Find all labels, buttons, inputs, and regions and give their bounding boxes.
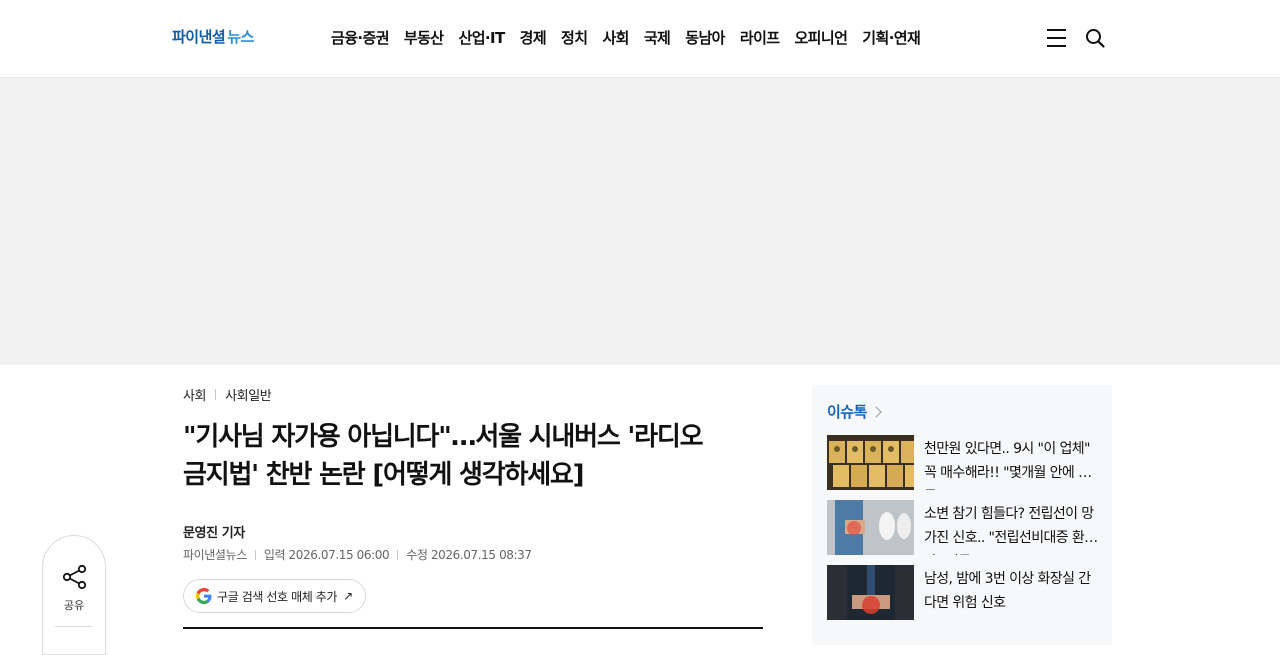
nav-item-life[interactable]: 라이프 xyxy=(740,27,780,48)
nav-item-feature[interactable]: 기획·연재 xyxy=(862,27,921,48)
meta-separator xyxy=(254,549,256,560)
nav-item-society[interactable]: 사회 xyxy=(602,27,629,48)
sidebar-title-text: 이슈톡 xyxy=(827,403,867,421)
main-nav: 금융·증권 부동산 산업·IT 경제 정치 사회 국제 동남아 라이프 오피니언… xyxy=(331,27,935,48)
hamburger-menu-icon[interactable] xyxy=(1047,29,1067,47)
article-divider xyxy=(183,627,763,629)
breadcrumb: 사회 사회일반 xyxy=(183,384,763,404)
nav-item-politics[interactable]: 정치 xyxy=(561,27,588,48)
sidebar-item-text: 소변 참기 힘들다? 전립선이 망가진 신호.. "전립선비대증 환자" 필독 xyxy=(924,506,1094,555)
logo-main-text: 파이낸셜 xyxy=(172,28,226,46)
google-button-label: 구글 검색 선호 매체 추가 xyxy=(217,589,338,604)
headline-line-1: "기사님 자가용 아닙니다"…서울 시내버스 '라디오 xyxy=(183,422,704,452)
nav-item-opinion[interactable]: 오피니언 xyxy=(794,27,847,48)
site-logo[interactable]: 파이낸셜 뉴스 xyxy=(172,27,254,47)
external-arrow-icon: ↗ xyxy=(343,589,353,603)
breadcrumb-category[interactable]: 사회 xyxy=(183,385,207,404)
share-divider xyxy=(55,626,93,627)
site-header: 파이낸셜 뉴스 금융·증권 부동산 산업·IT 경제 정치 사회 국제 동남아 … xyxy=(0,0,1280,78)
ad-banner-area xyxy=(0,78,1280,365)
sidebar-item[interactable]: 천만원 있다면.. 9시 "이 업체" 꼭 매수해라!! "몇개월 안에 폭등" xyxy=(827,435,1099,490)
search-icon[interactable] xyxy=(1085,28,1105,48)
sidebar-title[interactable]: 이슈톡 xyxy=(827,401,882,422)
chevron-right-icon xyxy=(870,405,882,418)
share-icon[interactable] xyxy=(62,564,88,590)
published-time: 입력 2026.07.15 06:00 xyxy=(263,548,390,562)
article-meta: 파이낸셜뉴스 입력 2026.07.15 06:00 수정 2026.07.15… xyxy=(183,546,763,563)
sidebar-item[interactable]: 남성, 밤에 3번 이상 화장실 간다면 위험 신호 xyxy=(827,565,1099,620)
man-thumbnail xyxy=(827,565,914,620)
source-name: 파이낸셜뉴스 xyxy=(183,548,247,562)
sidebar-item-text: 천만원 있다면.. 9시 "이 업체" 꼭 매수해라!! "몇개월 안에 폭등" xyxy=(924,441,1091,490)
urinal-thumbnail xyxy=(827,500,914,555)
logo-sub-text: 뉴스 xyxy=(227,28,254,46)
nav-item-economy[interactable]: 경제 xyxy=(520,27,547,48)
nav-item-realestate[interactable]: 부동산 xyxy=(404,27,444,48)
share-label: 공유 xyxy=(63,599,85,612)
gold-bars-thumbnail xyxy=(827,435,914,490)
nav-item-international[interactable]: 국제 xyxy=(644,27,671,48)
modified-time: 수정 2026.07.15 08:37 xyxy=(406,548,532,562)
breadcrumb-separator xyxy=(215,388,217,400)
nav-item-southeast-asia[interactable]: 동남아 xyxy=(685,27,725,48)
nav-item-finance[interactable]: 금융·증권 xyxy=(331,27,390,48)
sidebar-item[interactable]: 소변 참기 힘들다? 전립선이 망가진 신호.. "전립선비대증 환자" 필독 xyxy=(827,500,1099,555)
nav-item-industry-it[interactable]: 산업·IT xyxy=(459,27,506,48)
share-rail: 공유 xyxy=(42,535,106,655)
google-icon xyxy=(196,588,212,604)
article: 사회 사회일반 "기사님 자가용 아닙니다"…서울 시내버스 '라디오 금지법'… xyxy=(183,384,763,613)
reporter-name[interactable]: 문영진 기자 xyxy=(183,522,763,541)
meta-separator xyxy=(397,549,399,560)
google-preferred-source-button[interactable]: 구글 검색 선호 매체 추가 ↗ xyxy=(183,579,366,613)
article-headline: "기사님 자가용 아닙니다"…서울 시내버스 '라디오 금지법' 찬반 논란 [… xyxy=(183,418,763,494)
issue-talk-sidebar: 이슈톡 천만원 있다면.. 9시 "이 업체" 꼭 매수해라!! "몇개월 안에… xyxy=(812,385,1112,645)
headline-line-2: 금지법' 찬반 논란 [어떻게 생각하세요] xyxy=(183,460,585,490)
sidebar-item-text: 남성, 밤에 3번 이상 화장실 간다면 위험 신호 xyxy=(924,571,1091,611)
breadcrumb-subcategory[interactable]: 사회일반 xyxy=(225,385,272,404)
